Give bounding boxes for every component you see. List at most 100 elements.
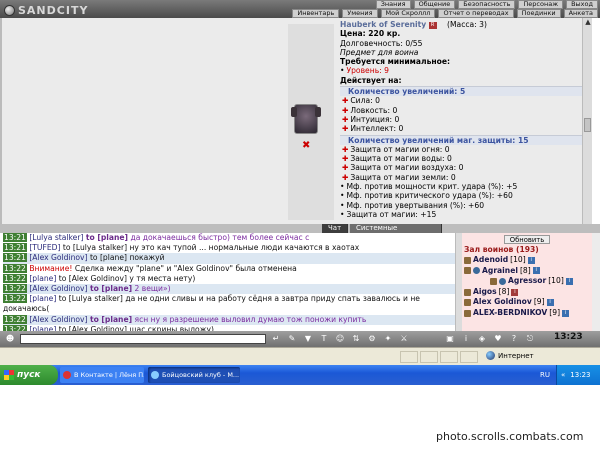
menu-item[interactable]: Знания xyxy=(375,0,411,9)
help-icon[interactable]: ? xyxy=(508,333,520,345)
player-level: [8] xyxy=(498,286,510,296)
player-row[interactable]: Agrainel [8] i xyxy=(462,266,592,277)
hauberk-armor-icon[interactable] xyxy=(291,104,321,134)
chat-time: 13:21 xyxy=(3,253,27,263)
chat-text: ясн ну я разрешение выловил думаю тож по… xyxy=(134,314,367,324)
chat-sender[interactable]: [Alex Goldinov] xyxy=(29,284,87,293)
task-vkontakte[interactable]: В Контакте | Лёня П... xyxy=(60,367,144,383)
menu-item[interactable]: Инвентарь xyxy=(292,9,340,18)
player-name[interactable]: Agrainel xyxy=(482,266,518,277)
players-scrollbar[interactable] xyxy=(592,233,600,331)
logo-ball-icon xyxy=(4,4,15,16)
menu-item[interactable]: Поединки xyxy=(516,9,561,18)
player-row[interactable]: Agressor [10] i xyxy=(462,276,592,287)
item-line: ✚ Сила: 0 xyxy=(340,96,584,105)
item-title-row: Hauberk of Serenity R (Масса: 3) xyxy=(340,20,584,29)
item-properties: Цена: 220 кр. Долговечность: 0/55 Предмет … xyxy=(340,29,584,219)
chat-sender[interactable]: [TUFED] xyxy=(29,243,60,252)
game-top-bar: SANDCITY Знания Общение Безопасность Персон… xyxy=(0,0,600,18)
scroll-lock-icon[interactable]: ⇅ xyxy=(350,333,362,345)
player-name[interactable]: Agressor xyxy=(508,276,546,287)
exit-icon[interactable]: ⎋ xyxy=(524,333,536,345)
item-line: • Уровень: 9 xyxy=(340,66,584,75)
player-name[interactable]: Alex Goldinov xyxy=(473,297,532,308)
scroll-up-icon[interactable]: ▲ xyxy=(583,18,593,27)
player-name[interactable]: Adenoid xyxy=(473,255,508,266)
chat-message: 13:21 [Lulya stalker] to [plane] да дока… xyxy=(3,233,455,243)
bottom-menu-row: Инвентарь Умения Мой Скроллл Отчет о перево… xyxy=(292,9,600,18)
task-label: В Контакте | Лёня П... xyxy=(74,371,144,379)
info-icon[interactable]: i xyxy=(565,277,573,285)
chat-time: 13:21 xyxy=(3,243,27,253)
tray-arrow-icon[interactable]: « xyxy=(561,371,565,379)
smiley-icon[interactable]: ☻ xyxy=(4,333,16,345)
abilities-icon[interactable]: ✦ xyxy=(382,333,394,345)
refresh-button[interactable]: Обновить xyxy=(503,235,551,244)
chat-recipient[interactable]: to [plane] xyxy=(90,315,132,324)
info-icon[interactable]: i xyxy=(511,288,519,296)
chat-recipient[interactable]: to [plane] xyxy=(86,233,128,242)
player-row[interactable]: Aigos [8] i xyxy=(462,287,592,298)
delete-x-icon[interactable]: ✖ xyxy=(302,140,310,151)
info-icon[interactable]: i xyxy=(562,309,570,317)
chat-time: 13:22 xyxy=(3,263,27,273)
people-icon[interactable]: ☺ xyxy=(334,333,346,345)
tab-system-messages[interactable]: Системные сообщения xyxy=(350,224,442,241)
content-area xyxy=(6,22,279,220)
bullet-icon: • xyxy=(340,209,345,219)
send-icon[interactable]: ↵ xyxy=(270,333,282,345)
chat-recipient[interactable]: to [Alex Goldinov] xyxy=(59,274,127,283)
tab-chat[interactable]: Чат xyxy=(322,224,349,233)
start-button[interactable]: пуск xyxy=(0,365,58,385)
menu-item[interactable]: Персонаж xyxy=(518,0,564,9)
stat-text: Интуиция: 0 xyxy=(350,114,400,124)
item-line: Предмет для воина xyxy=(340,48,584,57)
player-row[interactable]: Alex Goldinov [9] i xyxy=(462,297,592,308)
friends-icon[interactable]: ♥ xyxy=(492,333,504,345)
info-icon[interactable]: i xyxy=(527,256,535,264)
filter-icon[interactable]: ▼ xyxy=(302,333,314,345)
player-name[interactable]: Aigos xyxy=(473,287,497,298)
menu-item[interactable]: Умения xyxy=(342,9,378,18)
menu-item[interactable]: Выход xyxy=(566,0,598,9)
inventory-icon[interactable]: ▣ xyxy=(444,333,456,345)
clear-icon[interactable]: ✎ xyxy=(286,333,298,345)
menu-item[interactable]: Мой Скроллл xyxy=(380,9,436,18)
chat-recipient[interactable]: to [plane] xyxy=(90,253,127,262)
main-scrollbar[interactable]: ▲ xyxy=(582,18,592,224)
menu-item[interactable]: Безопасность xyxy=(458,0,516,9)
chat-sender[interactable]: [plane] xyxy=(29,274,56,283)
chat-recipient[interactable]: to [Lulya stalker] xyxy=(59,294,123,303)
player-name[interactable]: ALEX-BERDNIKOV xyxy=(473,308,547,319)
player-row[interactable]: Adenoid [10] i xyxy=(462,255,592,266)
task-combats[interactable]: Бойцовский клуб - М... xyxy=(148,367,240,383)
stat-text: Интеллект: 0 xyxy=(350,124,404,134)
scroll-thumb[interactable] xyxy=(584,118,591,132)
item-section-header: Количество увеличений: 5 xyxy=(340,86,584,97)
chat-sender[interactable]: [Alex Goldinov] xyxy=(29,315,87,324)
internet-label: Интернет xyxy=(498,351,534,360)
chat-recipient[interactable]: to [Lulya stalker] xyxy=(63,243,127,252)
translit-icon[interactable]: T xyxy=(318,333,330,345)
chat-log: 13:21 [Lulya stalker] to [plane] да дока… xyxy=(0,233,456,331)
info-icon[interactable]: i xyxy=(532,267,540,275)
info-icon[interactable]: i xyxy=(460,333,472,345)
top-menu-row: Знания Общение Безопасность Персонаж Выход xyxy=(300,0,600,9)
chat-tabs: Чат Системные сообщения xyxy=(0,224,600,241)
chat-sender[interactable]: [plane] xyxy=(29,294,56,303)
item-name[interactable]: Hauberk of Serenity xyxy=(340,20,426,29)
menu-item[interactable]: Общение xyxy=(413,0,456,9)
chat-recipient[interactable]: to [plane] xyxy=(90,284,132,293)
menu-item[interactable]: Отчет о переводах xyxy=(438,9,514,18)
menu-item[interactable]: Анкета xyxy=(563,9,598,18)
map-icon[interactable]: ◈ xyxy=(476,333,488,345)
info-icon[interactable]: i xyxy=(546,299,554,307)
chat-sender[interactable]: [Lulya stalker] xyxy=(29,233,83,242)
language-indicator[interactable]: RU xyxy=(540,371,550,379)
chat-input[interactable] xyxy=(20,334,266,344)
chat-sender[interactable]: [Alex Goldinov] xyxy=(29,253,87,262)
modifier-text: Мф. против критического удара (%): +60 xyxy=(346,191,513,201)
settings-icon[interactable]: ⚙ xyxy=(366,333,378,345)
fight-icon[interactable]: ⚔ xyxy=(398,333,410,345)
player-row[interactable]: ALEX-BERDNIKOV [9] i xyxy=(462,308,592,319)
